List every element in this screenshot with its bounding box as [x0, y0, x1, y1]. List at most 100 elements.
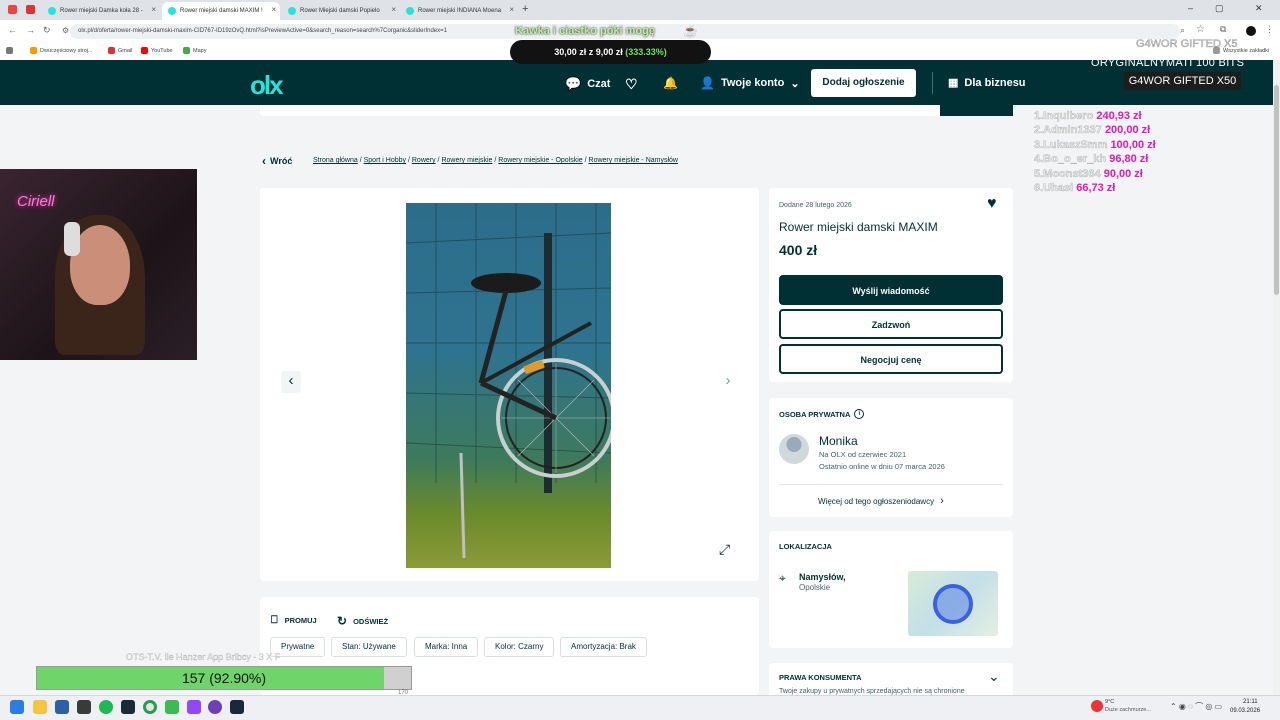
leaderboard-value: 240,93 zł [1096, 110, 1142, 122]
bookmark-gmail[interactable]: Gmail [108, 47, 132, 54]
favorites-heart-icon[interactable]: ♡ [625, 76, 638, 93]
location-map[interactable] [908, 571, 998, 636]
app-icon[interactable] [77, 700, 91, 714]
breadcrumb-link[interactable]: Rowery miejskie - Namysłów [589, 157, 678, 164]
tab-2-active[interactable]: Rower miejski damski MAXIM ! × [162, 2, 280, 20]
chevron-right-icon: › [725, 372, 731, 389]
listing-photo[interactable] [406, 203, 611, 568]
chevron-right-icon: › [940, 495, 944, 507]
added-date: Dodane 28 lutego 2026 [779, 202, 852, 209]
close-window-icon[interactable]: ✕ [1255, 3, 1263, 14]
prev-photo-button[interactable]: ‹ [281, 371, 301, 393]
tag-pill[interactable]: Kolor: Czarny [484, 637, 555, 657]
tag-pill[interactable]: Amortyzacja: Brak [560, 637, 647, 657]
app-icon[interactable] [165, 700, 179, 714]
breadcrumb-link[interactable]: Rowery miejskie [441, 157, 492, 164]
business-link[interactable]: ▦ Dla biznesu [948, 76, 1026, 90]
new-tab-icon[interactable]: + [522, 3, 528, 15]
olx-header [0, 60, 1280, 105]
tab-3[interactable]: Rower Miejski damski Popielo × [282, 2, 400, 20]
olx-logo[interactable]: olx [250, 70, 284, 101]
leaderboard-name: 1.Inquibero [1034, 110, 1094, 122]
start-icon[interactable] [10, 700, 24, 714]
breadcrumb-link[interactable]: Sport i Hobby [364, 157, 406, 164]
fullscreen-icon[interactable]: ⤢ [719, 541, 730, 558]
add-listing-button[interactable]: Dodaj ogłoszenie [811, 69, 916, 97]
close-icon[interactable]: × [391, 5, 396, 14]
promote-button[interactable]: ⎕ PROMUJ [271, 614, 317, 627]
tag-pill[interactable]: Marka: Inna [414, 637, 479, 657]
leaderboard-row: 4.Bo_o_er_kh 96,80 zł [1034, 153, 1149, 165]
next-photo-button[interactable]: › [718, 371, 738, 393]
tag-pill[interactable]: Stan: Używane [331, 637, 407, 657]
clock-date: 09.03.2026 [1230, 708, 1261, 714]
leaderboard-value: 200,00 zł [1104, 124, 1151, 136]
call-button[interactable]: Zadzwoń [779, 309, 1003, 339]
seller-since: Na OLX od czerwiec 2021 [819, 450, 907, 459]
notifications-bell-icon[interactable]: 🔔 [663, 76, 678, 90]
leaderboard-value: 90,00 zł [1103, 168, 1143, 180]
apps-icon[interactable] [6, 47, 13, 54]
favorite-heart-icon[interactable]: ♥ [987, 195, 997, 213]
weather-icon[interactable] [1091, 700, 1103, 712]
search-button-edge[interactable] [940, 105, 1013, 116]
negotiate-button[interactable]: Negocjuj cenę [779, 344, 1003, 374]
reload-icon[interactable]: ↻ [43, 25, 51, 36]
breadcrumb-link[interactable]: Strona główna [313, 157, 358, 164]
close-icon[interactable]: × [509, 5, 514, 14]
back-label: Wróć [270, 156, 293, 166]
chevron-down-icon[interactable]: ⌄ [988, 668, 1000, 685]
forward-icon[interactable]: → [26, 25, 35, 35]
bookmark-youtube[interactable]: YouTube [141, 47, 173, 54]
breadcrumb-link[interactable]: Rowery miejskie - Opolskie [498, 157, 582, 164]
scrollbar-thumb[interactable] [1274, 85, 1279, 295]
breadcrumb-link[interactable]: Rowery [412, 157, 436, 164]
app-icon[interactable] [55, 700, 69, 714]
seller-name[interactable]: Monika [819, 434, 858, 448]
menu-icon[interactable]: ⋮ [1265, 24, 1274, 35]
twitch-icon[interactable] [187, 700, 201, 714]
steam-icon[interactable] [121, 700, 135, 714]
minimize-icon[interactable]: – [1188, 3, 1193, 13]
refresh-button[interactable]: ↻ ODŚWIEŻ [337, 614, 388, 628]
tray-icons[interactable]: ⌃ ◉ ◌ ⌒ ◎ ▭ [1170, 701, 1222, 712]
close-icon[interactable]: × [151, 5, 156, 14]
tab-4[interactable]: Rower miejski INDIANA Moena × [400, 2, 518, 20]
listing-title: Rower miejski damski MAXIM [779, 220, 938, 234]
listing-price: 400 zł [779, 242, 818, 258]
site-info-icon[interactable]: ⚙ [62, 26, 69, 35]
location-region: Opolskie [799, 583, 831, 592]
weather-temp: 9°C [1105, 699, 1115, 705]
file-explorer-icon[interactable] [33, 700, 47, 714]
chevron-down-icon: ⌄ [790, 77, 800, 90]
tab-1[interactable]: Rower miejski Damka koła 28 - × [42, 2, 160, 20]
spotify-icon[interactable] [99, 700, 113, 714]
back-icon[interactable]: ← [8, 25, 17, 35]
back-link[interactable]: ‹ Wróć [262, 154, 292, 168]
close-icon[interactable]: × [271, 5, 276, 14]
profile-avatar[interactable] [1246, 26, 1256, 36]
info-icon[interactable]: i [854, 409, 865, 419]
bits-alert: ORYGINALNYMATI 100 BITS [1091, 57, 1245, 69]
steam-icon[interactable] [230, 700, 244, 714]
zoom-icon[interactable]: ⌕ [1180, 25, 1185, 36]
mail-tab-icon[interactable] [26, 5, 35, 14]
account-link[interactable]: 👤 Twoje konto ⌄ [700, 76, 800, 90]
more-from-seller-link[interactable]: Więcej od tego ogłoszeniodawcy › [818, 495, 944, 507]
bookmark-item[interactable]: Dwuczęściowy stroj... [30, 47, 93, 54]
seller-avatar[interactable] [779, 434, 809, 464]
chat-icon: 💬 [565, 76, 582, 91]
extensions-icon[interactable]: ⧉ [1220, 24, 1226, 35]
leaderboard-name: 5.Moonst364 [1034, 168, 1101, 180]
chat-link[interactable]: 💬 Czat [565, 76, 610, 92]
consumer-text: Twoje zakupy u prywatnych sprzedających … [779, 688, 965, 695]
bookmark-maps[interactable]: Mapy [183, 47, 206, 54]
send-message-button[interactable]: Wyślij wiadomość [779, 275, 1003, 305]
obs-icon[interactable] [208, 700, 222, 714]
bookmark-icon: ⎕ [271, 614, 278, 626]
maps-icon [183, 47, 190, 54]
gmail-tab-icon[interactable] [8, 5, 17, 14]
chrome-icon[interactable] [143, 700, 157, 714]
maximize-icon[interactable]: ▢ [1215, 3, 1224, 14]
bookmark-star-icon[interactable]: ☆ [1196, 24, 1205, 35]
